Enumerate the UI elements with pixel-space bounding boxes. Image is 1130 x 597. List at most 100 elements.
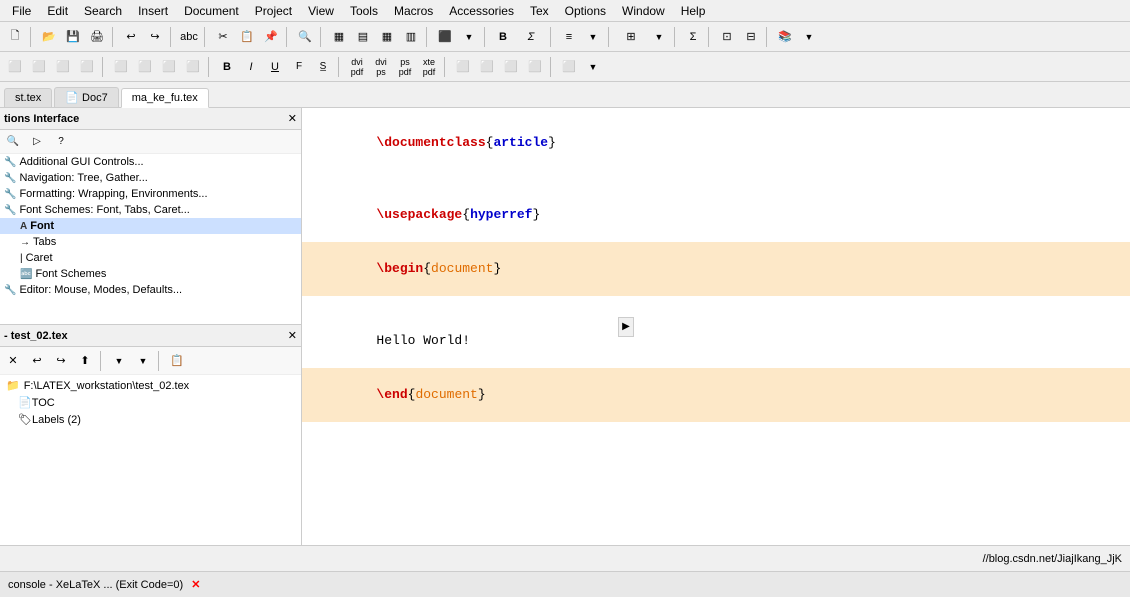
tree-item-editor[interactable]: 🔧 Editor: Mouse, Modes, Defaults... (0, 282, 301, 298)
tb29[interactable]: dvipdf (346, 56, 368, 78)
tree-help-btn[interactable]: ? (50, 131, 72, 153)
tb10[interactable]: ▼ (582, 26, 604, 48)
tb35[interactable]: ⬜ (500, 56, 522, 78)
menu-macros[interactable]: Macros (386, 2, 441, 20)
tb22[interactable]: ⬜ (28, 56, 50, 78)
tb28[interactable]: ⬜ (182, 56, 204, 78)
file-sep2 (158, 351, 162, 371)
save-button[interactable]: 💾 (62, 26, 84, 48)
tree-item-font[interactable]: A Font (0, 218, 301, 234)
tb2[interactable]: ▤ (352, 26, 374, 48)
tb15[interactable]: ⊟ (740, 26, 762, 48)
menu-help[interactable]: Help (673, 2, 714, 20)
menu-file[interactable]: File (4, 2, 39, 20)
italic-btn[interactable]: I (240, 56, 262, 78)
menu-tex[interactable]: Tex (522, 2, 557, 20)
tb27[interactable]: ⬜ (158, 56, 180, 78)
tb38[interactable]: ▼ (582, 56, 604, 78)
tb24[interactable]: ⬜ (76, 56, 98, 78)
tb3[interactable]: ▦ (376, 26, 398, 48)
cut-button[interactable]: ✂ (212, 26, 234, 48)
tab-ma-ke-fu[interactable]: ma_ke_fu.tex (121, 88, 209, 108)
code-line-3: \usepackage{hyperref} (314, 188, 1118, 242)
tree-item-additional[interactable]: 🔧 Additional GUI Controls... (0, 154, 301, 170)
menu-window[interactable]: Window (614, 2, 673, 20)
tb36[interactable]: ⬜ (524, 56, 546, 78)
file-btn6[interactable]: ▼ (132, 350, 154, 372)
tab-doc7[interactable]: 📄 Doc7 (54, 87, 118, 107)
tb5[interactable]: ⬛ (434, 26, 456, 48)
menu-insert[interactable]: Insert (130, 2, 176, 20)
tb4[interactable]: ▥ (400, 26, 422, 48)
tb17[interactable]: ▼ (798, 26, 820, 48)
tb11[interactable]: ⊞ (616, 26, 646, 48)
tree-item-fontschemes2[interactable]: 🔤 Font Schemes (0, 266, 301, 282)
tb12[interactable]: ▼ (648, 26, 670, 48)
file-btn4[interactable]: ⬆ (74, 350, 96, 372)
tb33[interactable]: ⬜ (452, 56, 474, 78)
menu-view[interactable]: View (300, 2, 342, 20)
redo-button[interactable]: ↪ (144, 26, 166, 48)
tree-expand-btn[interactable]: ▷ (26, 131, 48, 153)
tb25[interactable]: ⬜ (110, 56, 132, 78)
tree-item-tabs[interactable]: → Tabs (0, 234, 301, 250)
file-content: 📁 F:\LATEX_workstation\test_02.tex 📄 TOC… (0, 375, 301, 545)
tb6[interactable]: ▼ (458, 26, 480, 48)
copy-button[interactable]: 📋 (236, 26, 258, 48)
tb32[interactable]: xtepdf (418, 56, 440, 78)
tree-search-btn[interactable]: 🔍 (2, 131, 24, 153)
menu-options[interactable]: Options (557, 2, 614, 20)
find-button[interactable]: 🔍 (294, 26, 316, 48)
tb34[interactable]: ⬜ (476, 56, 498, 78)
bold-btn[interactable]: B (216, 56, 238, 78)
tb8[interactable]: Σ (516, 26, 546, 48)
file-btn7[interactable]: 📋 (166, 350, 188, 372)
editor-content[interactable]: \documentclass{article} \usepackage{hype… (302, 108, 1130, 545)
paste-button[interactable]: 📌 (260, 26, 282, 48)
menu-project[interactable]: Project (247, 2, 300, 20)
tb30[interactable]: dvips (370, 56, 392, 78)
tb26[interactable]: ⬜ (134, 56, 156, 78)
open-button[interactable]: 📂 (38, 26, 60, 48)
strikeout-btn[interactable]: F (288, 56, 310, 78)
tree-item-formatting[interactable]: 🔧 Formatting: Wrapping, Environments... (0, 186, 301, 202)
menu-document[interactable]: Document (176, 2, 247, 20)
tb9[interactable]: ≡ (558, 26, 580, 48)
file-panel-close[interactable]: ✕ (288, 329, 297, 342)
console-bar: console - XeLaTeX ... (Exit Code=0) ✕ (0, 571, 1130, 597)
tb23[interactable]: ⬜ (52, 56, 74, 78)
menu-accessories[interactable]: Accessories (441, 2, 522, 20)
tb31[interactable]: pspdf (394, 56, 416, 78)
undo-button[interactable]: ↩ (120, 26, 142, 48)
tb13[interactable]: Σ (682, 26, 704, 48)
file-list-labels[interactable]: 🏷 Labels (2) (2, 411, 299, 428)
file-btn5[interactable]: ▼ (108, 350, 130, 372)
file-btn2[interactable]: ↩ (26, 350, 48, 372)
menu-edit[interactable]: Edit (39, 2, 76, 20)
tree-item-fontschemes[interactable]: 🔧 Font Schemes: Font, Tabs, Caret... (0, 202, 301, 218)
file-btn1[interactable]: ✕ (2, 350, 24, 372)
tb37[interactable]: ⬜ (558, 56, 580, 78)
file-panel-toolbar: ✕ ↩ ↪ ⬆ ▼ ▼ 📋 (0, 347, 301, 375)
menu-tools[interactable]: Tools (342, 2, 386, 20)
labels-icon: 🏷 (18, 413, 32, 426)
menu-search[interactable]: Search (76, 2, 130, 20)
console-close-btn[interactable]: ✕ (191, 578, 200, 591)
tree-item-caret[interactable]: | Caret (0, 250, 301, 266)
file-btn3[interactable]: ↪ (50, 350, 72, 372)
tree-panel-close[interactable]: ✕ (288, 112, 297, 125)
tree-item-navigation[interactable]: 🔧 Navigation: Tree, Gather... (0, 170, 301, 186)
tb16[interactable]: 📚 (774, 26, 796, 48)
tab-st-tex[interactable]: st.tex (4, 88, 52, 107)
sub-btn[interactable]: S̲ (312, 56, 334, 78)
editor-arrow-btn[interactable]: ▶ (618, 317, 634, 337)
tb7[interactable]: B (492, 26, 514, 48)
file-list-toc[interactable]: 📄 TOC (2, 394, 299, 411)
tb21[interactable]: ⬜ (4, 56, 26, 78)
print-button[interactable]: 🖨 (86, 26, 108, 48)
new-button[interactable]: 🗋 (4, 26, 26, 48)
underline-btn[interactable]: U (264, 56, 286, 78)
tb1[interactable]: ▦ (328, 26, 350, 48)
spell-button[interactable]: abc (178, 26, 200, 48)
tb14[interactable]: ⊡ (716, 26, 738, 48)
